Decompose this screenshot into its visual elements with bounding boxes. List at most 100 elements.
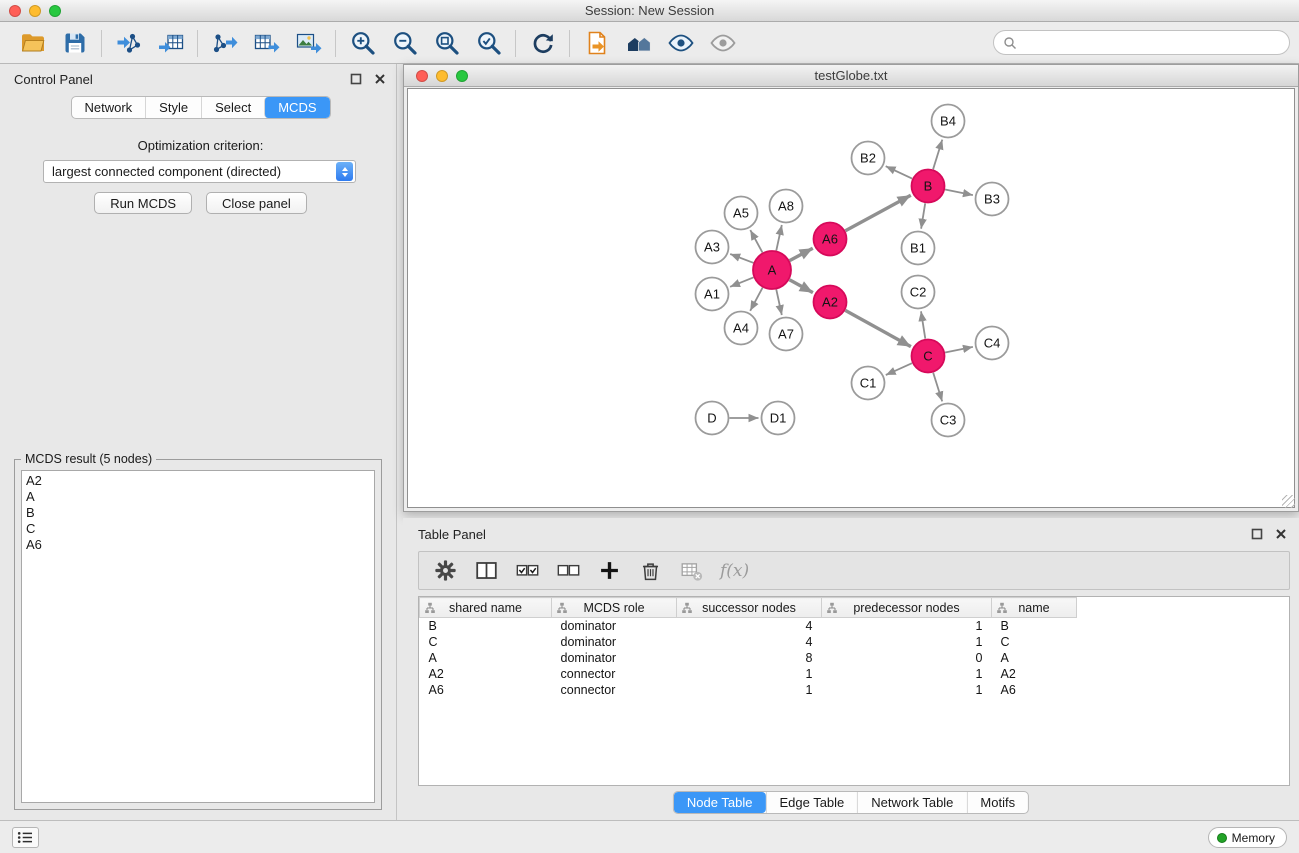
table-float-panel-icon[interactable]	[1251, 527, 1263, 539]
home-button[interactable]	[625, 30, 652, 57]
export-table-button[interactable]	[253, 30, 280, 57]
graph-node-C2[interactable]: C2	[902, 276, 935, 309]
cell-successor-nodes[interactable]: 8	[677, 650, 822, 666]
graph-node-A3[interactable]: A3	[696, 231, 729, 264]
zoom-in-button[interactable]	[349, 30, 376, 57]
network-close-button[interactable]	[416, 70, 428, 82]
mcds-result-item[interactable]: A6	[26, 537, 370, 553]
graph-node-A[interactable]: A	[753, 251, 791, 289]
table-tab-node-table[interactable]: Node Table	[674, 792, 766, 813]
graph-node-A1[interactable]: A1	[696, 278, 729, 311]
graph-edge-A-A3[interactable]	[730, 254, 753, 263]
cell-mcds-role[interactable]: dominator	[552, 650, 677, 666]
graph-edge-C-C3[interactable]	[933, 373, 942, 402]
network-fullscreen-button[interactable]	[456, 70, 468, 82]
table-tab-network-table[interactable]: Network Table	[857, 792, 966, 813]
table-row[interactable]: A6connector11A6	[420, 682, 1290, 698]
cell-mcds-role[interactable]: dominator	[552, 618, 677, 634]
graph-edge-B-B3[interactable]	[945, 190, 973, 196]
graph-edge-A2-C[interactable]	[845, 310, 911, 346]
cell-successor-nodes[interactable]: 4	[677, 634, 822, 650]
close-panel-icon[interactable]	[374, 72, 386, 84]
cell-predecessor-nodes[interactable]: 0	[822, 650, 992, 666]
export-network-button[interactable]	[211, 30, 238, 57]
mcds-result-item[interactable]: B	[26, 505, 370, 521]
criterion-dropdown[interactable]: largest connected component (directed)	[43, 160, 356, 183]
cell-name[interactable]: A6	[992, 682, 1077, 698]
graph-node-B3[interactable]: B3	[976, 183, 1009, 216]
close-panel-button[interactable]: Close panel	[206, 192, 307, 214]
run-mcds-button[interactable]: Run MCDS	[94, 192, 192, 214]
graph-node-A4[interactable]: A4	[725, 312, 758, 345]
column-header-shared-name[interactable]: shared name	[420, 598, 552, 618]
cell-name[interactable]: A	[992, 650, 1077, 666]
graph-node-C4[interactable]: C4	[976, 327, 1009, 360]
network-minimize-button[interactable]	[436, 70, 448, 82]
float-panel-icon[interactable]	[350, 72, 362, 84]
graph-node-B1[interactable]: B1	[902, 232, 935, 265]
table-row[interactable]: A2connector11A2	[420, 666, 1290, 682]
control-tab-network[interactable]: Network	[71, 97, 145, 118]
column-header-successor-nodes[interactable]: successor nodes	[677, 598, 822, 618]
table-row[interactable]: Adominator80A	[420, 650, 1290, 666]
graph-node-B4[interactable]: B4	[932, 105, 965, 138]
show-hide-graphics-button[interactable]	[667, 30, 694, 57]
search-input[interactable]	[1022, 35, 1280, 50]
open-file-button[interactable]	[19, 30, 46, 57]
cell-successor-nodes[interactable]: 1	[677, 682, 822, 698]
table-tab-motifs[interactable]: Motifs	[966, 792, 1028, 813]
control-tab-style[interactable]: Style	[145, 97, 201, 118]
cell-name[interactable]: C	[992, 634, 1077, 650]
graph-node-D1[interactable]: D1	[762, 402, 795, 435]
cell-shared-name[interactable]: A6	[420, 682, 552, 698]
delete-table-button[interactable]	[679, 559, 703, 583]
column-header-name[interactable]: name	[992, 598, 1077, 618]
graph-edge-A-A4[interactable]	[750, 288, 762, 311]
mcds-result-list[interactable]: A2ABCA6	[21, 470, 375, 803]
cell-predecessor-nodes[interactable]: 1	[822, 634, 992, 650]
graph-node-B2[interactable]: B2	[852, 142, 885, 175]
refresh-view-button[interactable]	[529, 30, 556, 57]
table-close-panel-icon[interactable]	[1275, 527, 1287, 539]
table-tab-edge-table[interactable]: Edge Table	[765, 792, 857, 813]
graph-edge-A-A1[interactable]	[730, 277, 753, 286]
graph-edge-B-B2[interactable]	[886, 166, 912, 178]
graph-node-B[interactable]: B	[912, 170, 945, 203]
graph-node-A6[interactable]: A6	[814, 223, 847, 256]
show-graphics-details-button[interactable]	[709, 30, 736, 57]
mcds-result-item[interactable]: C	[26, 521, 370, 537]
table-row[interactable]: Cdominator41C	[420, 634, 1290, 650]
graph-node-A7[interactable]: A7	[770, 318, 803, 351]
cell-shared-name[interactable]: A	[420, 650, 552, 666]
window-resize-grip[interactable]	[1282, 495, 1295, 508]
network-canvas[interactable]: B4B2BB3A8A5A6B1A3AC2A1A2A4A7C4CC1C3DD1	[407, 88, 1295, 508]
mcds-result-item[interactable]: A2	[26, 473, 370, 489]
graph-edge-B-B1[interactable]	[921, 203, 925, 228]
graph-edge-A-A8[interactable]	[776, 225, 782, 251]
cell-mcds-role[interactable]: dominator	[552, 634, 677, 650]
column-header-predecessor-nodes[interactable]: predecessor nodes	[822, 598, 992, 618]
graph-edge-C-C4[interactable]	[945, 347, 973, 353]
graph-node-D[interactable]: D	[696, 402, 729, 435]
cell-predecessor-nodes[interactable]: 1	[822, 682, 992, 698]
cell-shared-name[interactable]: B	[420, 618, 552, 634]
table-row[interactable]: Bdominator41B	[420, 618, 1290, 634]
create-column-button[interactable]	[597, 559, 621, 583]
control-tab-mcds[interactable]: MCDS	[264, 97, 329, 118]
cell-shared-name[interactable]: C	[420, 634, 552, 650]
save-session-button[interactable]	[61, 30, 88, 57]
deselect-all-button[interactable]	[556, 559, 580, 583]
cell-shared-name[interactable]: A2	[420, 666, 552, 682]
graph-node-A8[interactable]: A8	[770, 190, 803, 223]
show-panels-button[interactable]	[12, 827, 39, 848]
graph-edge-A-A7[interactable]	[776, 290, 782, 316]
import-table-button[interactable]	[157, 30, 184, 57]
graph-node-C[interactable]: C	[912, 340, 945, 373]
zoom-fit-button[interactable]	[433, 30, 460, 57]
minimize-window-button[interactable]	[29, 5, 41, 17]
fullscreen-window-button[interactable]	[49, 5, 61, 17]
control-tab-select[interactable]: Select	[201, 97, 264, 118]
cell-mcds-role[interactable]: connector	[552, 682, 677, 698]
zoom-selected-button[interactable]	[475, 30, 502, 57]
mcds-result-item[interactable]: A	[26, 489, 370, 505]
